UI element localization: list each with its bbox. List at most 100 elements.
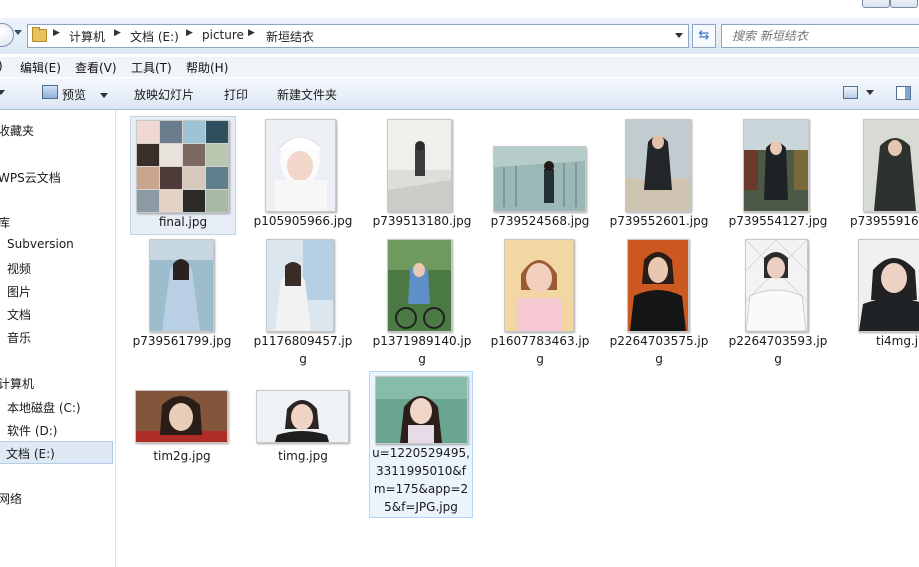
nav-drive-e-label: 文档 (E:) [6,447,55,461]
file-name: p2264703593.jp [728,334,828,348]
file-name-continued: g [774,352,782,366]
nav-network[interactable]: 网络 [0,490,22,507]
nav-music[interactable]: 音乐 [7,329,31,346]
file-tile[interactable]: p105905966.jpg [251,116,355,233]
slideshow-button[interactable]: 放映幻灯片 [134,86,194,103]
nav-drive-c[interactable]: 本地磁盘 (C:) [7,399,81,416]
file-name: timg.jpg [278,449,328,463]
breadcrumb-drive-e[interactable]: 文档 (E:) [130,28,179,45]
file-tile[interactable]: p2264703575.jp g [607,236,711,372]
file-name-continued: g [536,352,544,366]
new-folder-button[interactable]: 新建文件夹 [277,86,337,103]
change-view-icon[interactable] [843,86,858,99]
nav-libraries[interactable]: 库 [0,214,10,231]
file-tile[interactable]: p739559164 [846,116,919,233]
file-thumbnail [387,239,452,332]
back-button[interactable] [0,23,14,47]
nav-videos[interactable]: 视频 [7,260,31,277]
breadcrumb-separator-icon[interactable]: ▶ [114,28,121,38]
preview-pane-icon[interactable] [896,86,911,100]
file-tile[interactable]: p2264703593.jp g [726,236,830,372]
landscape-image [257,391,348,442]
menu-edit[interactable]: 编辑(E) [20,59,61,76]
file-name-continued: m=175&app=2 [373,482,469,496]
minimize-button[interactable] [862,0,890,8]
view-options-dropdown-icon[interactable] [866,90,874,95]
file-name: p2264703575.jp [609,334,709,348]
file-name: p1176809457.jp [253,334,353,348]
file-tile[interactable]: p739554127.jpg [726,116,830,233]
address-bar[interactable]: ▶ 计算机 ▶ 文档 (E:) ▶ picture ▶ 新垣结衣 [27,24,689,48]
nav-favorites[interactable]: 收藏夹 [0,122,34,139]
menu-bar: ) 编辑(E) 查看(V) 工具(T) 帮助(H) [0,57,919,77]
portrait-image [626,120,690,211]
portrait-image [150,240,213,331]
nav-computer[interactable]: 计算机 [0,375,34,392]
file-tile[interactable]: p739513180.jpg [370,116,474,233]
breadcrumb-separator-icon[interactable]: ▶ [53,28,60,38]
breadcrumb-picture[interactable]: picture [202,28,244,42]
file-name: p1371989140.jp [372,334,472,348]
menu-file-fragment[interactable]: ) [0,59,3,73]
breadcrumb-separator-icon[interactable]: ▶ [186,28,193,38]
file-tile[interactable]: p739524568.jpg [488,116,592,233]
refresh-button[interactable]: ⇆ [692,24,716,48]
file-tile[interactable]: final.jpg [130,116,236,235]
preview-icon [42,85,58,99]
file-tile[interactable]: tim2g.jpg [130,375,234,473]
menu-view[interactable]: 查看(V) [75,59,117,76]
menu-tools[interactable]: 工具(T) [131,59,172,76]
landscape-image [376,377,467,443]
file-tile[interactable]: u=1220529495, 3311995010&f m=175&app=2 5… [369,371,473,518]
folder-icon [32,27,47,42]
file-thumbnail [265,119,336,212]
maximize-button[interactable] [890,0,918,8]
search-input[interactable] [730,28,919,44]
file-tile[interactable]: p1607783463.jp g [488,236,592,372]
file-tile[interactable]: p739561799.jpg [130,236,234,372]
file-tile[interactable]: ti4mg.jpg [846,236,919,372]
file-name: p739561799.jpg [132,334,232,348]
file-name: tim2g.jpg [153,449,211,463]
print-button[interactable]: 打印 [224,86,248,103]
nav-drive-d[interactable]: 软件 (D:) [7,422,57,439]
file-tile[interactable]: p1371989140.jp g [370,236,474,372]
file-thumbnail [863,119,919,212]
file-tile[interactable]: p1176809457.jp g [251,236,355,372]
landscape-image [136,391,227,442]
portrait-image [267,240,333,331]
nav-pictures[interactable]: 图片 [7,283,31,300]
history-dropdown-icon[interactable] [14,30,22,35]
file-thumbnail [625,119,691,212]
file-tile[interactable]: timg.jpg [251,375,355,473]
file-thumbnail [387,119,452,212]
file-name-continued: g [299,352,307,366]
breadcrumb-current-folder[interactable]: 新垣结衣 [266,28,314,45]
address-dropdown-icon[interactable] [675,33,683,38]
file-thumbnail [135,390,228,443]
breadcrumb-separator-icon[interactable]: ▶ [248,28,255,38]
nav-documents[interactable]: 文档 [7,306,31,323]
navigation-pane: 收藏夹 WPS云文档 库 Subversion 视频 图片 文档 音乐 计算机 … [0,110,116,567]
file-name: p739513180.jpg [372,214,472,228]
preview-button[interactable]: 预览 [62,86,109,103]
file-thumbnail [858,239,919,332]
portrait-image [388,240,451,331]
menu-help[interactable]: 帮助(H) [186,59,228,76]
file-name: p739559164 [850,214,919,228]
file-tile[interactable]: p739552601.jpg [607,116,711,233]
nav-wps-cloud[interactable]: WPS云文档 [0,169,61,186]
portrait-image [864,120,919,211]
file-name-continued: 3311995010&f [376,464,466,478]
portrait-image [859,240,919,331]
nav-drive-e[interactable]: 文档 (E:) [0,441,113,464]
file-list: final.jpg p105905966.jpg p739513180.jpg [116,110,919,567]
file-thumbnail [743,119,809,212]
search-box[interactable] [721,24,919,48]
breadcrumb-computer[interactable]: 计算机 [69,28,105,45]
landscape-image [494,147,585,211]
nav-subversion[interactable]: Subversion [7,237,74,251]
preview-dropdown-icon[interactable] [100,93,109,98]
file-name: p739524568.jpg [490,214,590,228]
organize-dropdown-icon[interactable] [0,90,5,95]
